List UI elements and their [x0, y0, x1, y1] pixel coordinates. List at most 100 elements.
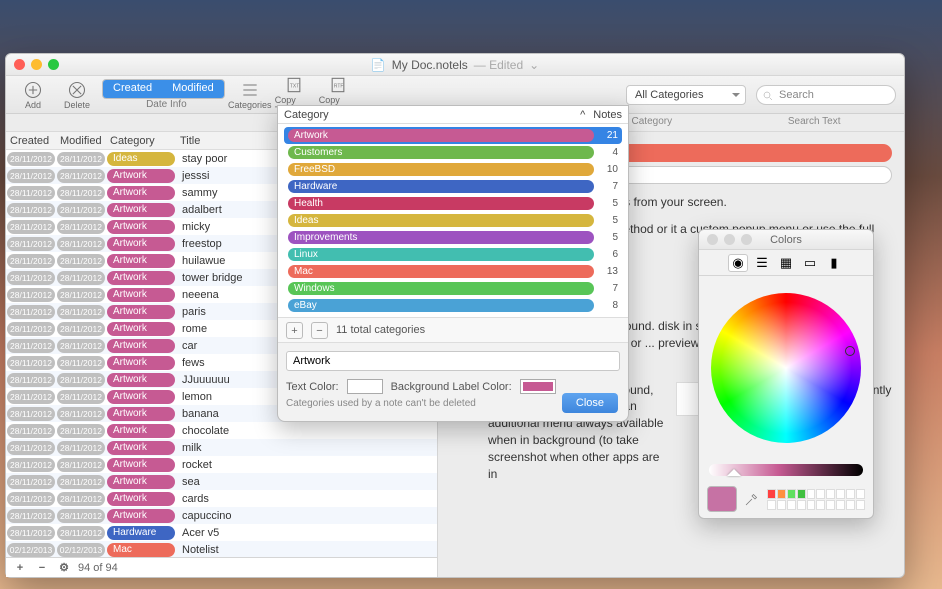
- remove-row-button[interactable]: −: [34, 562, 50, 574]
- created-cell: 28/11/2012: [7, 390, 55, 404]
- search-input[interactable]: Search: [756, 85, 896, 105]
- preset-swatch[interactable]: [767, 500, 776, 510]
- titlebar[interactable]: 📄 My Doc.notels — Edited ⌄: [6, 54, 904, 76]
- add-category-button[interactable]: +: [286, 322, 303, 339]
- preset-swatch[interactable]: [826, 489, 835, 499]
- category-pill: Hardware: [107, 526, 175, 540]
- col-category[interactable]: Category: [106, 135, 176, 147]
- table-row[interactable]: 02/12/2013 02/12/2013 Mac Notelist: [6, 541, 437, 557]
- zoom-window-icon[interactable]: [741, 234, 752, 245]
- table-row[interactable]: 28/11/2012 28/11/2012 Hardware Acer v5: [6, 524, 437, 541]
- preset-swatch[interactable]: [777, 500, 786, 510]
- color-wheel[interactable]: [699, 276, 873, 460]
- table-row[interactable]: 28/11/2012 28/11/2012 Artwork rocket: [6, 456, 437, 473]
- category-pill: Artwork: [107, 339, 175, 353]
- category-row[interactable]: Customers 4: [284, 144, 622, 161]
- date-toggle[interactable]: Created Modified: [102, 79, 225, 99]
- modified-cell: 28/11/2012: [57, 288, 105, 302]
- created-cell: 28/11/2012: [7, 526, 55, 540]
- categories-sheet: Category ^ Notes Artwork 21Customers 4Fr…: [277, 105, 629, 422]
- colorwheel-mode-icon[interactable]: ◉: [728, 254, 748, 272]
- category-pill: eBay: [288, 299, 594, 312]
- category-row[interactable]: eBay 8: [284, 297, 622, 314]
- zoom-window-icon[interactable]: [48, 59, 59, 70]
- brightness-slider[interactable]: [709, 464, 863, 476]
- colors-panel[interactable]: Colors ◉ ☰ ▦ ▭ ▮: [698, 229, 874, 519]
- add-button[interactable]: Add: [14, 80, 52, 110]
- window-controls: [6, 59, 59, 70]
- text-color-swatch[interactable]: [347, 379, 383, 394]
- category-pill: Artwork: [107, 288, 175, 302]
- preset-swatch[interactable]: [777, 489, 786, 499]
- add-row-button[interactable]: +: [12, 562, 28, 574]
- preset-swatch[interactable]: [836, 500, 845, 510]
- table-row[interactable]: 28/11/2012 28/11/2012 Artwork sea: [6, 473, 437, 490]
- category-row[interactable]: Artwork 21: [284, 127, 622, 144]
- preset-swatch[interactable]: [797, 489, 806, 499]
- category-pill: Artwork: [107, 407, 175, 421]
- category-row[interactable]: Ideas 5: [284, 212, 622, 229]
- modified-cell: 28/11/2012: [57, 169, 105, 183]
- remove-category-button[interactable]: −: [311, 322, 328, 339]
- category-row[interactable]: FreeBSD 10: [284, 161, 622, 178]
- category-pill: Improvements: [288, 231, 594, 244]
- category-filter-dropdown[interactable]: All Categories: [626, 85, 746, 105]
- preset-swatch[interactable]: [787, 489, 796, 499]
- preset-swatch[interactable]: [856, 500, 865, 510]
- bg-color-swatch[interactable]: [520, 379, 556, 394]
- preset-swatch[interactable]: [767, 489, 776, 499]
- window-title: 📄 My Doc.notels — Edited ⌄: [371, 58, 539, 72]
- sliders-mode-icon[interactable]: ☰: [752, 254, 772, 272]
- category-pill: Artwork: [107, 220, 175, 234]
- created-cell: 02/12/2013: [7, 543, 55, 557]
- table-row[interactable]: 28/11/2012 28/11/2012 Artwork milk: [6, 439, 437, 456]
- preset-swatch[interactable]: [816, 489, 825, 499]
- category-pill: Artwork: [107, 271, 175, 285]
- preset-swatch[interactable]: [846, 489, 855, 499]
- sheet-header[interactable]: Category ^ Notes: [278, 106, 628, 124]
- category-row[interactable]: Linux 6: [284, 246, 622, 263]
- delete-button[interactable]: Delete: [58, 80, 96, 110]
- preset-swatch[interactable]: [816, 500, 825, 510]
- preset-swatch[interactable]: [836, 489, 845, 499]
- category-name-input[interactable]: [286, 351, 620, 371]
- col-modified[interactable]: Modified: [56, 135, 106, 147]
- preset-swatch[interactable]: [846, 500, 855, 510]
- col-created[interactable]: Created: [6, 135, 56, 147]
- minimize-window-icon[interactable]: [724, 234, 735, 245]
- category-row[interactable]: Health 5: [284, 195, 622, 212]
- created-tab[interactable]: Created: [103, 80, 162, 98]
- close-button[interactable]: Close: [562, 393, 618, 413]
- category-row[interactable]: Windows 7: [284, 280, 622, 297]
- close-window-icon[interactable]: [14, 59, 25, 70]
- category-row[interactable]: Mac 13: [284, 263, 622, 280]
- table-row[interactable]: 28/11/2012 28/11/2012 Artwork chocolate: [6, 422, 437, 439]
- preset-swatch[interactable]: [807, 500, 816, 510]
- table-row[interactable]: 28/11/2012 28/11/2012 Artwork cards: [6, 490, 437, 507]
- color-crosshair-icon[interactable]: [845, 346, 855, 356]
- category-pill: Artwork: [107, 373, 175, 387]
- eyedropper-icon[interactable]: [743, 490, 761, 508]
- gear-icon[interactable]: ⚙: [56, 561, 72, 574]
- crayons-mode-icon[interactable]: ▮: [824, 254, 844, 272]
- spectrum-mode-icon[interactable]: ▭: [800, 254, 820, 272]
- preset-swatch[interactable]: [797, 500, 806, 510]
- color-presets[interactable]: [767, 489, 865, 510]
- category-row[interactable]: Improvements 5: [284, 229, 622, 246]
- palette-mode-icon[interactable]: ▦: [776, 254, 796, 272]
- close-window-icon[interactable]: [707, 234, 718, 245]
- category-pill: Artwork: [107, 424, 175, 438]
- category-pill: Health: [288, 197, 594, 210]
- categories-list: Artwork 21Customers 4FreeBSD 10Hardware …: [278, 124, 628, 317]
- preset-swatch[interactable]: [807, 489, 816, 499]
- minimize-window-icon[interactable]: [31, 59, 42, 70]
- preset-swatch[interactable]: [856, 489, 865, 499]
- created-cell: 28/11/2012: [7, 152, 55, 166]
- modified-tab[interactable]: Modified: [162, 80, 224, 98]
- categories-button[interactable]: Categories: [231, 80, 269, 110]
- preset-swatch[interactable]: [787, 500, 796, 510]
- table-row[interactable]: 28/11/2012 28/11/2012 Artwork capuccino: [6, 507, 437, 524]
- preset-swatch[interactable]: [826, 500, 835, 510]
- modified-cell: 28/11/2012: [57, 254, 105, 268]
- category-row[interactable]: Hardware 7: [284, 178, 622, 195]
